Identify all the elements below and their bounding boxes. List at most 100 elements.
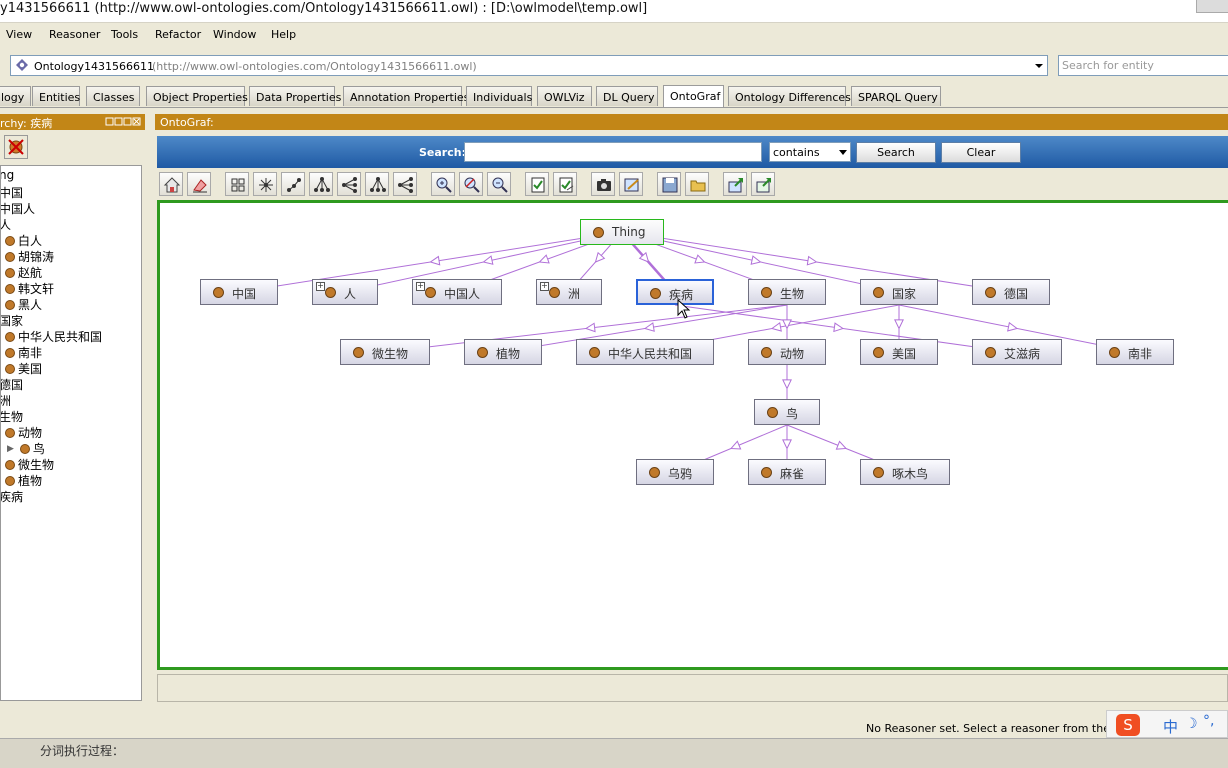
graph-node[interactable]: 动物 (748, 339, 826, 365)
tab-annotation-properties[interactable]: Annotation Properties (343, 86, 469, 106)
graph-node[interactable]: + 洲 (536, 279, 602, 305)
tree-item[interactable]: 中国 (1, 184, 23, 201)
zoom-in-button[interactable] (431, 172, 455, 196)
class-tree[interactable]: ng 中国 中国人 人 白人 胡锦涛 赵航 韩文轩 黑人 国家 中华人民共和国 … (0, 165, 142, 701)
menu-view[interactable]: View (6, 28, 32, 41)
tab-sparql-query[interactable]: SPARQL Query (851, 86, 941, 106)
graph-node[interactable]: 南非 (1096, 339, 1174, 365)
notes-button[interactable] (619, 172, 643, 196)
tab-active-ontology[interactable]: logy (0, 86, 31, 106)
tab-owlviz[interactable]: OWLViz (537, 86, 592, 106)
tab-dl-query[interactable]: DL Query (596, 86, 658, 106)
tree-item[interactable]: 生物 (1, 408, 23, 425)
expand-plus-icon[interactable]: + (540, 282, 549, 291)
window-scroll-thumb[interactable] (1196, 0, 1228, 13)
graph-node[interactable]: 植物 (464, 339, 542, 365)
graph-node[interactable]: 麻雀 (748, 459, 826, 485)
entity-search-input[interactable]: Search for entity (1058, 55, 1228, 76)
grid-layout-button[interactable] (225, 172, 249, 196)
chinese-mode-icon[interactable]: 中 (1163, 716, 1178, 737)
expand-arrow-icon[interactable]: ▶ (7, 444, 14, 454)
ontograf-canvas[interactable]: Thing 中国 + 人 + 中国人 + 洲 疾病 生物 国家 德国 微生物 植物 中… (157, 200, 1228, 670)
search-mode-select[interactable]: contains (769, 142, 851, 162)
delete-class-button[interactable] (4, 135, 28, 159)
graph-node[interactable]: 德国 (972, 279, 1050, 305)
save-button[interactable] (657, 172, 681, 196)
input-method-toolbar[interactable]: S 中 ☽ °, (1106, 710, 1228, 738)
active-ontology-selector[interactable]: Ontology1431566611 (http://www.owl-ontol… (10, 55, 1048, 76)
graph-node[interactable]: 生物 (748, 279, 826, 305)
snapshot-button[interactable] (591, 172, 615, 196)
vertical-tree-layout-button-2[interactable] (365, 172, 389, 196)
filter-nodes-button[interactable] (525, 172, 549, 196)
tab-object-properties[interactable]: Object Properties (146, 86, 248, 106)
graph-node[interactable]: + 中国人 (412, 279, 502, 305)
open-button[interactable] (685, 172, 709, 196)
graph-node[interactable]: 鸟 (754, 399, 820, 425)
vertical-tree-layout-button[interactable] (309, 172, 333, 196)
clear-graph-button[interactable] (187, 172, 211, 196)
tree-item[interactable]: 疾病 (1, 488, 23, 505)
graph-node[interactable]: 中华人民共和国 (576, 339, 714, 365)
tree-item[interactable]: 南非 (5, 344, 42, 361)
tree-item[interactable]: 黑人 (5, 296, 42, 313)
graph-node-selected[interactable]: 疾病 (636, 279, 714, 305)
tab-ontograf[interactable]: OntoGraf (663, 85, 724, 107)
punctuation-icon[interactable]: °, (1203, 713, 1214, 729)
graph-node[interactable]: 艾滋病 (972, 339, 1062, 365)
tree-item[interactable]: 植物 (5, 472, 42, 489)
tree-item[interactable]: 洲 (1, 392, 11, 409)
tree-item[interactable]: 胡锦涛 (5, 248, 54, 265)
tree-item[interactable]: 赵航 (5, 264, 42, 281)
tree-item[interactable]: 动物 (5, 424, 42, 441)
sogou-icon[interactable]: S (1115, 713, 1141, 737)
expand-plus-icon[interactable]: + (316, 282, 325, 291)
tab-entities[interactable]: Entities (32, 86, 80, 106)
export-image-button[interactable] (751, 172, 775, 196)
home-button[interactable] (159, 172, 183, 196)
spring-layout-button[interactable] (281, 172, 305, 196)
menu-tools[interactable]: Tools (111, 28, 138, 41)
tree-item[interactable]: 美国 (5, 360, 42, 377)
zoom-out-button[interactable] (487, 172, 511, 196)
menu-reasoner[interactable]: Reasoner (49, 28, 100, 41)
clear-button[interactable]: Clear (941, 142, 1021, 163)
tree-item[interactable]: 韩文轩 (5, 280, 54, 297)
search-button[interactable]: Search (856, 142, 936, 163)
tab-classes[interactable]: Classes (86, 86, 140, 106)
horizontal-tree-layout-button[interactable] (337, 172, 361, 196)
radial-layout-button[interactable] (253, 172, 277, 196)
graph-node[interactable]: 乌鸦 (636, 459, 714, 485)
filter-arcs-button[interactable] (553, 172, 577, 196)
export-button[interactable] (723, 172, 747, 196)
tree-item[interactable]: ▶ 鸟 (7, 440, 45, 457)
view-controls-icon[interactable] (105, 117, 141, 127)
graph-node[interactable]: 啄木鸟 (860, 459, 950, 485)
menu-help[interactable]: Help (271, 28, 296, 41)
expand-plus-icon[interactable]: + (416, 282, 425, 291)
horizontal-tree-layout-button-2[interactable] (393, 172, 417, 196)
tree-item[interactable]: 人 (1, 216, 11, 233)
menu-window[interactable]: Window (213, 28, 256, 41)
graph-node[interactable]: 中国 (200, 279, 278, 305)
tab-individuals[interactable]: Individuals (466, 86, 532, 106)
graph-node[interactable]: 微生物 (340, 339, 430, 365)
tree-item[interactable]: 中华人民共和国 (5, 328, 102, 345)
graph-node[interactable]: 国家 (860, 279, 938, 305)
tree-item[interactable]: 微生物 (5, 456, 54, 473)
search-input[interactable] (464, 142, 762, 162)
tree-item[interactable]: 中国人 (1, 200, 35, 217)
tree-item[interactable]: ng (1, 168, 14, 182)
tree-item[interactable]: 白人 (5, 232, 42, 249)
graph-node[interactable]: + 人 (312, 279, 378, 305)
menu-refactor[interactable]: Refactor (155, 28, 201, 41)
tab-ontology-differences[interactable]: Ontology Differences (728, 86, 851, 106)
graph-node-thing[interactable]: Thing (580, 219, 664, 245)
tab-data-properties[interactable]: Data Properties (249, 86, 341, 106)
zoom-reset-button[interactable] (459, 172, 483, 196)
tree-item[interactable]: 德国 (1, 376, 23, 393)
chevron-down-icon[interactable] (1033, 59, 1045, 72)
graph-node[interactable]: 美国 (860, 339, 938, 365)
moon-icon[interactable]: ☽ (1185, 716, 1198, 732)
tree-item[interactable]: 国家 (1, 312, 23, 329)
